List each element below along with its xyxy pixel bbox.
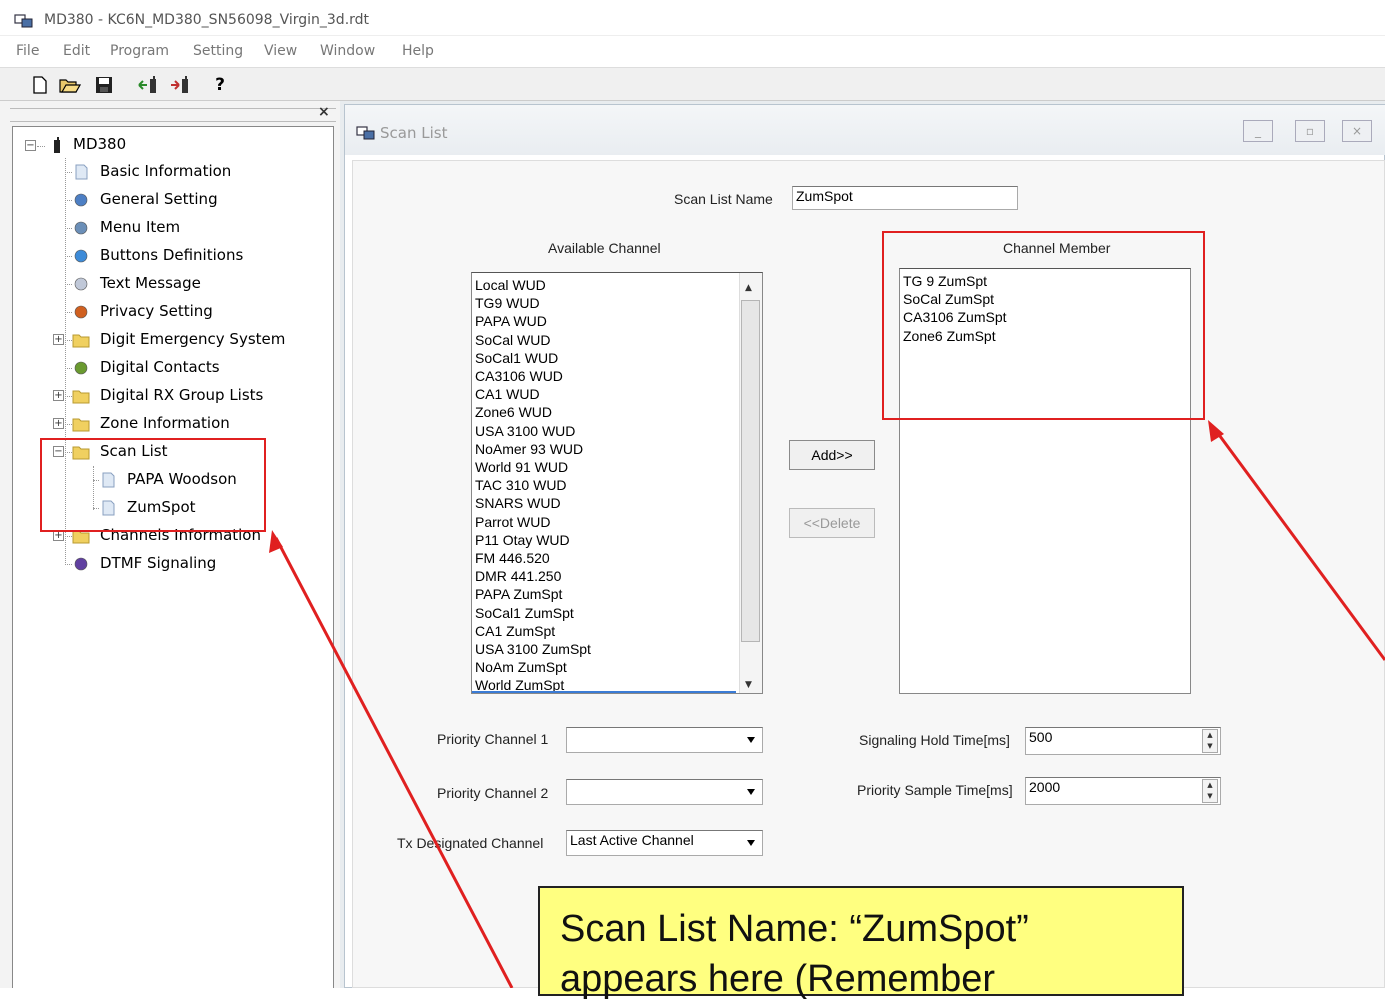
arrow-line-left — [274, 537, 514, 988]
callout-line-2: appears here (Remember — [560, 958, 996, 1000]
annotation-arrows — [269, 420, 1385, 988]
callout-line-1: Scan List Name: “ZumSpot” — [560, 908, 1029, 950]
annotation-callout-text: Scan List Name: “ZumSpot” appears here (… — [560, 904, 1029, 1004]
arrow-line-right — [1212, 427, 1385, 661]
